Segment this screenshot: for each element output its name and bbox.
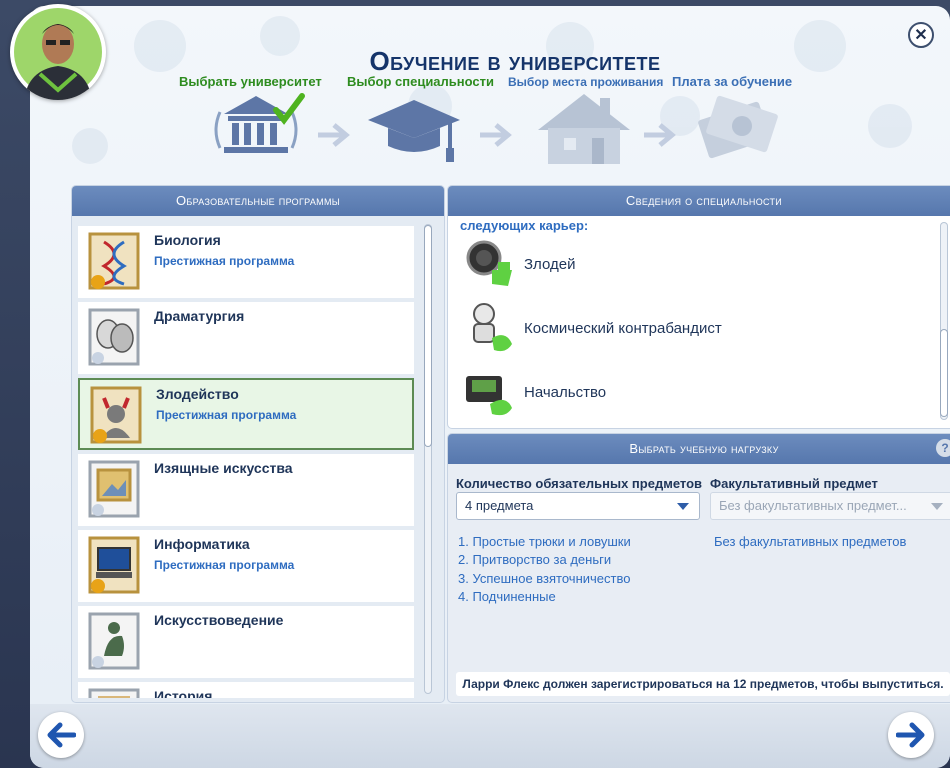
details-panel: Сведения о специальности следующих карье…: [448, 186, 950, 428]
program-prestige: Престижная программа: [154, 254, 295, 268]
avatar[interactable]: [10, 4, 106, 100]
course-item: 3. Успешное взяточничество: [458, 571, 631, 586]
career-item-space-smuggler: Космический контрабандист: [462, 300, 922, 356]
course-item: 4. Подчиненные: [458, 589, 556, 604]
back-button[interactable]: [38, 712, 84, 758]
briefcase-money-icon: [466, 376, 512, 416]
program-item-art-history[interactable]: Искусствоведение: [78, 606, 414, 678]
money-icon: [698, 95, 778, 159]
villain-watch-icon: [466, 240, 512, 286]
required-courses-label: Количество обязательных предметов: [456, 476, 703, 491]
arrow-right-icon: [896, 722, 925, 748]
program-item-history[interactable]: История: [78, 682, 414, 698]
courseload-panel: Выбрать учебную нагрузку ? Количество об…: [448, 434, 950, 702]
program-name: История: [154, 688, 213, 698]
program-name: Драматургия: [154, 308, 245, 324]
career-item-villain: Злодей: [462, 236, 922, 292]
painting-icon: [88, 460, 140, 518]
program-name: Информатика: [154, 536, 250, 552]
chevron-down-icon: [931, 503, 943, 510]
program-name: Злодейство: [156, 386, 239, 402]
step-arrow-icon: [480, 123, 512, 147]
elective-value: Без факультативных предмет...: [719, 498, 907, 513]
program-prestige: Престижная программа: [156, 408, 297, 422]
house-icon: [538, 94, 630, 164]
step-label-housing: Выбор места проживания: [508, 75, 664, 89]
career-name: Злодей: [524, 256, 576, 273]
course-item: 1. Простые трюки и ловушки: [458, 534, 631, 549]
page-title: Обучение в университете: [369, 46, 661, 76]
programs-scroll-thumb[interactable]: [425, 226, 431, 446]
arrow-left-icon: [47, 722, 76, 748]
close-icon: ✕: [914, 27, 928, 44]
elective-dropdown[interactable]: Без факультативных предмет...: [710, 492, 950, 520]
thinker-statue-icon: [88, 612, 140, 670]
programs-header: Образовательные программы: [72, 186, 444, 216]
theater-masks-icon: [88, 308, 140, 366]
required-courses-dropdown[interactable]: 4 предмета: [456, 492, 700, 520]
computer-icon: [88, 536, 140, 594]
programs-list: Биология Престижная программа Драматурги…: [78, 222, 414, 698]
graduation-requirement-note: Ларри Флекс должен зарегистрироваться на…: [456, 672, 950, 696]
program-prestige: Престижная программа: [154, 558, 295, 572]
chevron-down-icon: [677, 503, 689, 510]
step-arrow-icon: [644, 123, 676, 147]
help-icon[interactable]: ?: [936, 439, 950, 457]
program-item-biology[interactable]: Биология Престижная программа: [78, 226, 414, 298]
elective-label: Факультативный предмет: [710, 476, 878, 491]
program-name: Биология: [154, 232, 221, 248]
program-item-fine-arts[interactable]: Изящные искусства: [78, 454, 414, 526]
required-courses-value: 4 предмета: [465, 498, 534, 513]
close-button[interactable]: ✕: [908, 22, 934, 48]
program-item-villainy[interactable]: Злодейство Престижная программа: [78, 378, 414, 450]
sim-portrait-icon: [14, 8, 102, 100]
course-item: 2. Притворство за деньги: [458, 552, 612, 567]
program-item-drama[interactable]: Драматургия: [78, 302, 414, 374]
bottom-bar: [30, 704, 950, 768]
no-elective-text: Без факультативных предметов: [714, 534, 907, 549]
details-scrollbar[interactable]: [940, 222, 948, 420]
scroll-icon: [88, 688, 140, 698]
programs-scrollbar[interactable]: [424, 224, 432, 694]
university-window: Выбрать университет Выбор специальности …: [30, 6, 950, 768]
program-name: Изящные искусства: [154, 460, 293, 476]
astronaut-icon: [473, 303, 512, 352]
background-pattern: [72, 16, 912, 164]
program-item-computer-science[interactable]: Информатика Престижная программа: [78, 530, 414, 602]
programs-panel: Образовательные программы Биология Прест…: [72, 186, 444, 702]
graduation-cap-icon: [368, 100, 460, 162]
details-header: Сведения о специальности: [448, 186, 950, 216]
career-name: Космический контрабандист: [524, 320, 722, 337]
career-name: Начальство: [524, 384, 607, 401]
courseload-header: Выбрать учебную нагрузку: [448, 434, 950, 464]
careers-intro: следующих карьер:: [460, 218, 589, 233]
program-name: Искусствоведение: [154, 612, 284, 628]
step-arrow-icon: [318, 123, 350, 147]
university-icon: [214, 93, 305, 153]
details-scroll-thumb[interactable]: [941, 330, 947, 416]
villain-icon: [90, 386, 142, 444]
next-button[interactable]: [888, 712, 934, 758]
dna-icon: [88, 232, 140, 290]
career-item-boss: Начальство: [462, 364, 922, 420]
